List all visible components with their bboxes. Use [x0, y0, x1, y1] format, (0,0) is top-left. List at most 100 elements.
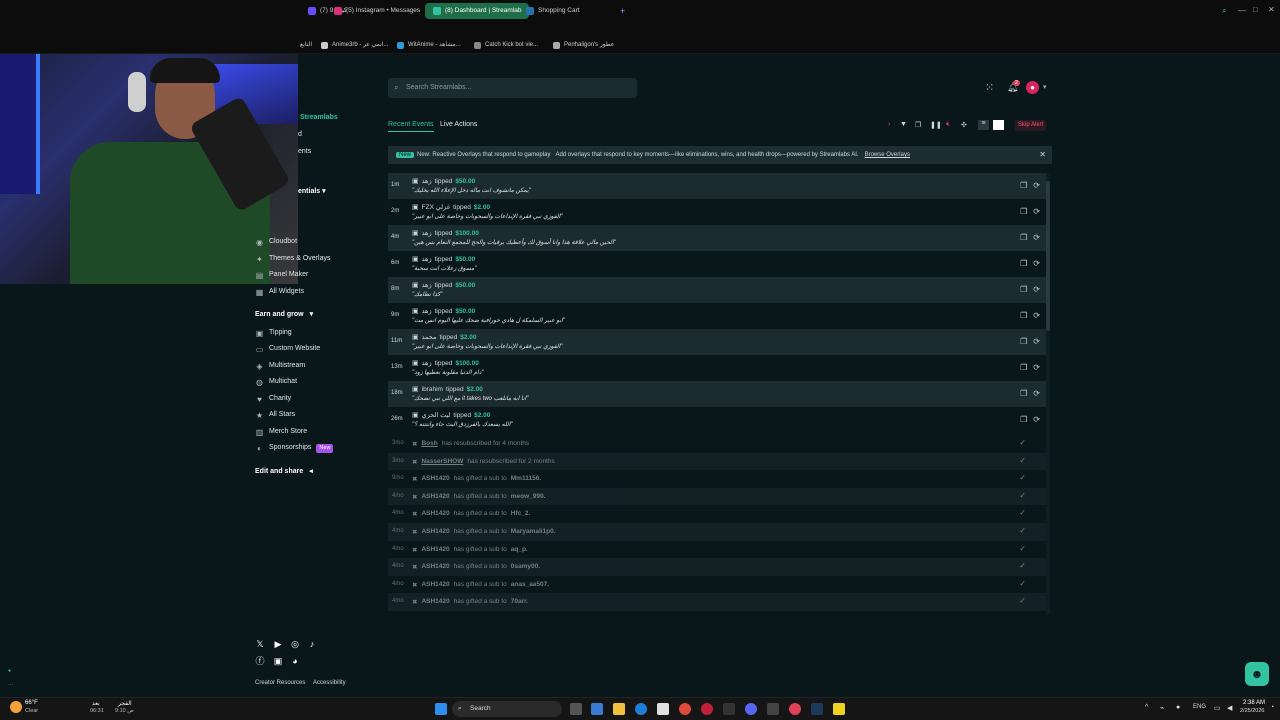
copy-icon[interactable]: ❐: [1020, 207, 1027, 216]
linkedin-icon[interactable]: ▣: [272, 655, 284, 667]
discord-taskbar-icon[interactable]: [745, 703, 757, 715]
close-icon[interactable]: ✕: [1268, 5, 1275, 14]
event-user[interactable]: محمد: [422, 333, 437, 341]
file-explorer-icon[interactable]: [613, 703, 625, 715]
app-icon[interactable]: [723, 703, 735, 715]
steam-icon[interactable]: [811, 703, 823, 715]
apps-grid-icon[interactable]: ⁙: [985, 81, 994, 94]
event-user[interactable]: زهد: [422, 281, 432, 289]
pause-icon[interactable]: ❚❚: [930, 121, 942, 129]
sidebar-item-multichat[interactable]: ◍ Multichat: [255, 375, 297, 389]
app-yellow-icon[interactable]: [833, 703, 845, 715]
sidebar-item-panel-maker[interactable]: ▤ Panel Maker: [255, 268, 309, 282]
subscriber-name[interactable]: ASH1420: [421, 475, 449, 483]
check-icon[interactable]: ✓: [1019, 544, 1026, 553]
replay-icon[interactable]: ⟳: [1033, 181, 1040, 190]
sidebar-item-cloudbot[interactable]: ◉ Cloudbot: [255, 235, 297, 249]
maximize-icon[interactable]: □: [1253, 5, 1258, 14]
gift-recipient[interactable]: Hfc_2.: [511, 510, 531, 518]
search-icon[interactable]: ⌕: [1222, 6, 1226, 16]
check-icon[interactable]: ✓: [1019, 456, 1026, 465]
discord-icon[interactable]: ◕: [289, 655, 301, 667]
event-user[interactable]: ليث الحزي: [422, 411, 451, 419]
obs-icon[interactable]: [767, 703, 779, 715]
creator-resources-link[interactable]: Creator Resources: [255, 680, 305, 686]
avatar[interactable]: ●: [1026, 81, 1039, 94]
gift-recipient[interactable]: Mm11156.: [511, 475, 541, 483]
event-user[interactable]: FZX غزلي: [422, 203, 450, 211]
check-icon[interactable]: ✓: [1019, 508, 1026, 517]
check-icon[interactable]: ✓: [1019, 473, 1026, 482]
sidebar-item-tipping[interactable]: ▣ Tipping: [255, 326, 292, 340]
display-icon[interactable]: ▭: [1214, 704, 1221, 712]
sidebar-item-themes[interactable]: ✦ Themes & Overlays: [255, 252, 330, 266]
copy-icon[interactable]: ❐: [1020, 337, 1027, 346]
network-icon[interactable]: ⌁: [1160, 704, 1164, 712]
new-tab-button[interactable]: +: [612, 3, 633, 19]
check-icon[interactable]: ✓: [1019, 561, 1026, 570]
gift-recipient[interactable]: aq_p.: [511, 546, 528, 554]
copy-icon[interactable]: ❐: [1020, 181, 1027, 190]
subscriber-name[interactable]: ASH1420: [421, 528, 449, 536]
filter-icon[interactable]: ▼: [900, 121, 907, 128]
skip-alert-button[interactable]: Skip Alert: [1015, 120, 1047, 131]
opera-icon[interactable]: [701, 703, 713, 715]
tab-recent-events[interactable]: Recent Events: [388, 121, 434, 132]
browser-tab-instagram[interactable]: (5) Instagram • Messages: [326, 3, 428, 19]
event-user[interactable]: زهد: [422, 255, 432, 263]
bookmark-kick[interactable]: Catch Kick bot vie...: [474, 39, 538, 51]
browser-tab-shopping-cart[interactable]: Shopping Cart: [518, 3, 588, 19]
subscriber-name[interactable]: ASH1420: [421, 598, 449, 606]
chrome-icon[interactable]: [679, 703, 691, 715]
replay-icon[interactable]: ⟳: [1033, 311, 1040, 320]
settings-icon[interactable]: ✣: [961, 121, 967, 129]
replay-icon[interactable]: ⟳: [1033, 363, 1040, 372]
minimize-icon[interactable]: —: [1238, 6, 1246, 15]
sidebar-item-partial[interactable]: d: [298, 131, 302, 138]
streamlabs-taskbar-icon[interactable]: [789, 703, 801, 715]
expanded-view-icon[interactable]: [993, 120, 1004, 130]
notifications-icon[interactable]: ◔: [1270, 704, 1274, 711]
copy-icon[interactable]: ❐: [1020, 389, 1027, 398]
taskbar-search-input[interactable]: ⌕ Search: [452, 701, 562, 717]
chevron-right-icon[interactable]: ›: [888, 121, 890, 128]
volume-icon[interactable]: ◀: [1227, 704, 1232, 712]
bookmark-1[interactable]: التابع: [300, 39, 312, 51]
sidebar-item-custom-website[interactable]: ▭ Custom Website: [255, 342, 321, 356]
copilot-icon[interactable]: [591, 703, 603, 715]
browser-tab-dashboard[interactable]: (8) Dashboard | Streamlab: [425, 3, 530, 19]
windows-start-icon[interactable]: [435, 703, 447, 715]
youtube-social-icon[interactable]: ▶: [272, 638, 284, 650]
copy-icon[interactable]: ❐: [1020, 233, 1027, 242]
sidebar-item-all-stars[interactable]: ★ All Stars: [255, 408, 295, 422]
copy-icon[interactable]: ❐: [1020, 259, 1027, 268]
compact-view-icon[interactable]: ≡: [978, 120, 989, 130]
sidebar-item-all-widgets[interactable]: ▦ All Widgets: [255, 285, 304, 299]
sidebar-group-edit-share[interactable]: Edit and share ◂: [255, 467, 313, 476]
mute-icon[interactable]: 🔇︎: [946, 121, 950, 129]
replay-icon[interactable]: ⟳: [1033, 389, 1040, 398]
facebook-icon[interactable]: ⓕ: [254, 655, 266, 667]
sidebar-item-streamlabs[interactable]: Streamlabs: [300, 114, 338, 121]
chat-bubble-icon[interactable]: ☻: [1245, 662, 1269, 686]
subscriber-name[interactable]: ASH1420: [421, 493, 449, 501]
chevron-down-icon[interactable]: ▾: [1043, 83, 1047, 91]
language-indicator[interactable]: ENG: [1193, 704, 1206, 710]
gift-recipient[interactable]: Maryamali1p0.: [511, 528, 556, 536]
bookmark-anime3rb[interactable]: Anime3rb - انمي عر...: [321, 39, 388, 51]
subscriber-name[interactable]: ASH1420: [421, 546, 449, 554]
check-icon[interactable]: ✓: [1019, 438, 1026, 447]
sidebar-item-partial[interactable]: ents: [298, 148, 311, 155]
clock-date[interactable]: 2/25/2026: [1240, 708, 1264, 714]
replay-icon[interactable]: ⟳: [1033, 259, 1040, 268]
sidebar-item-merch-store[interactable]: ▥ Merch Store: [255, 425, 307, 439]
replay-icon[interactable]: ⟳: [1033, 337, 1040, 346]
store-icon[interactable]: [657, 703, 669, 715]
check-icon[interactable]: ✓: [1019, 526, 1026, 535]
subscriber-name[interactable]: ASH1420: [421, 563, 449, 571]
tray-chevron-icon[interactable]: ^: [1145, 704, 1148, 711]
gift-recipient[interactable]: meow_999.: [511, 493, 546, 501]
close-icon[interactable]: ✕: [1039, 146, 1046, 164]
more-icon[interactable]: ⋯: [8, 682, 13, 688]
event-user[interactable]: زهد: [422, 307, 432, 315]
